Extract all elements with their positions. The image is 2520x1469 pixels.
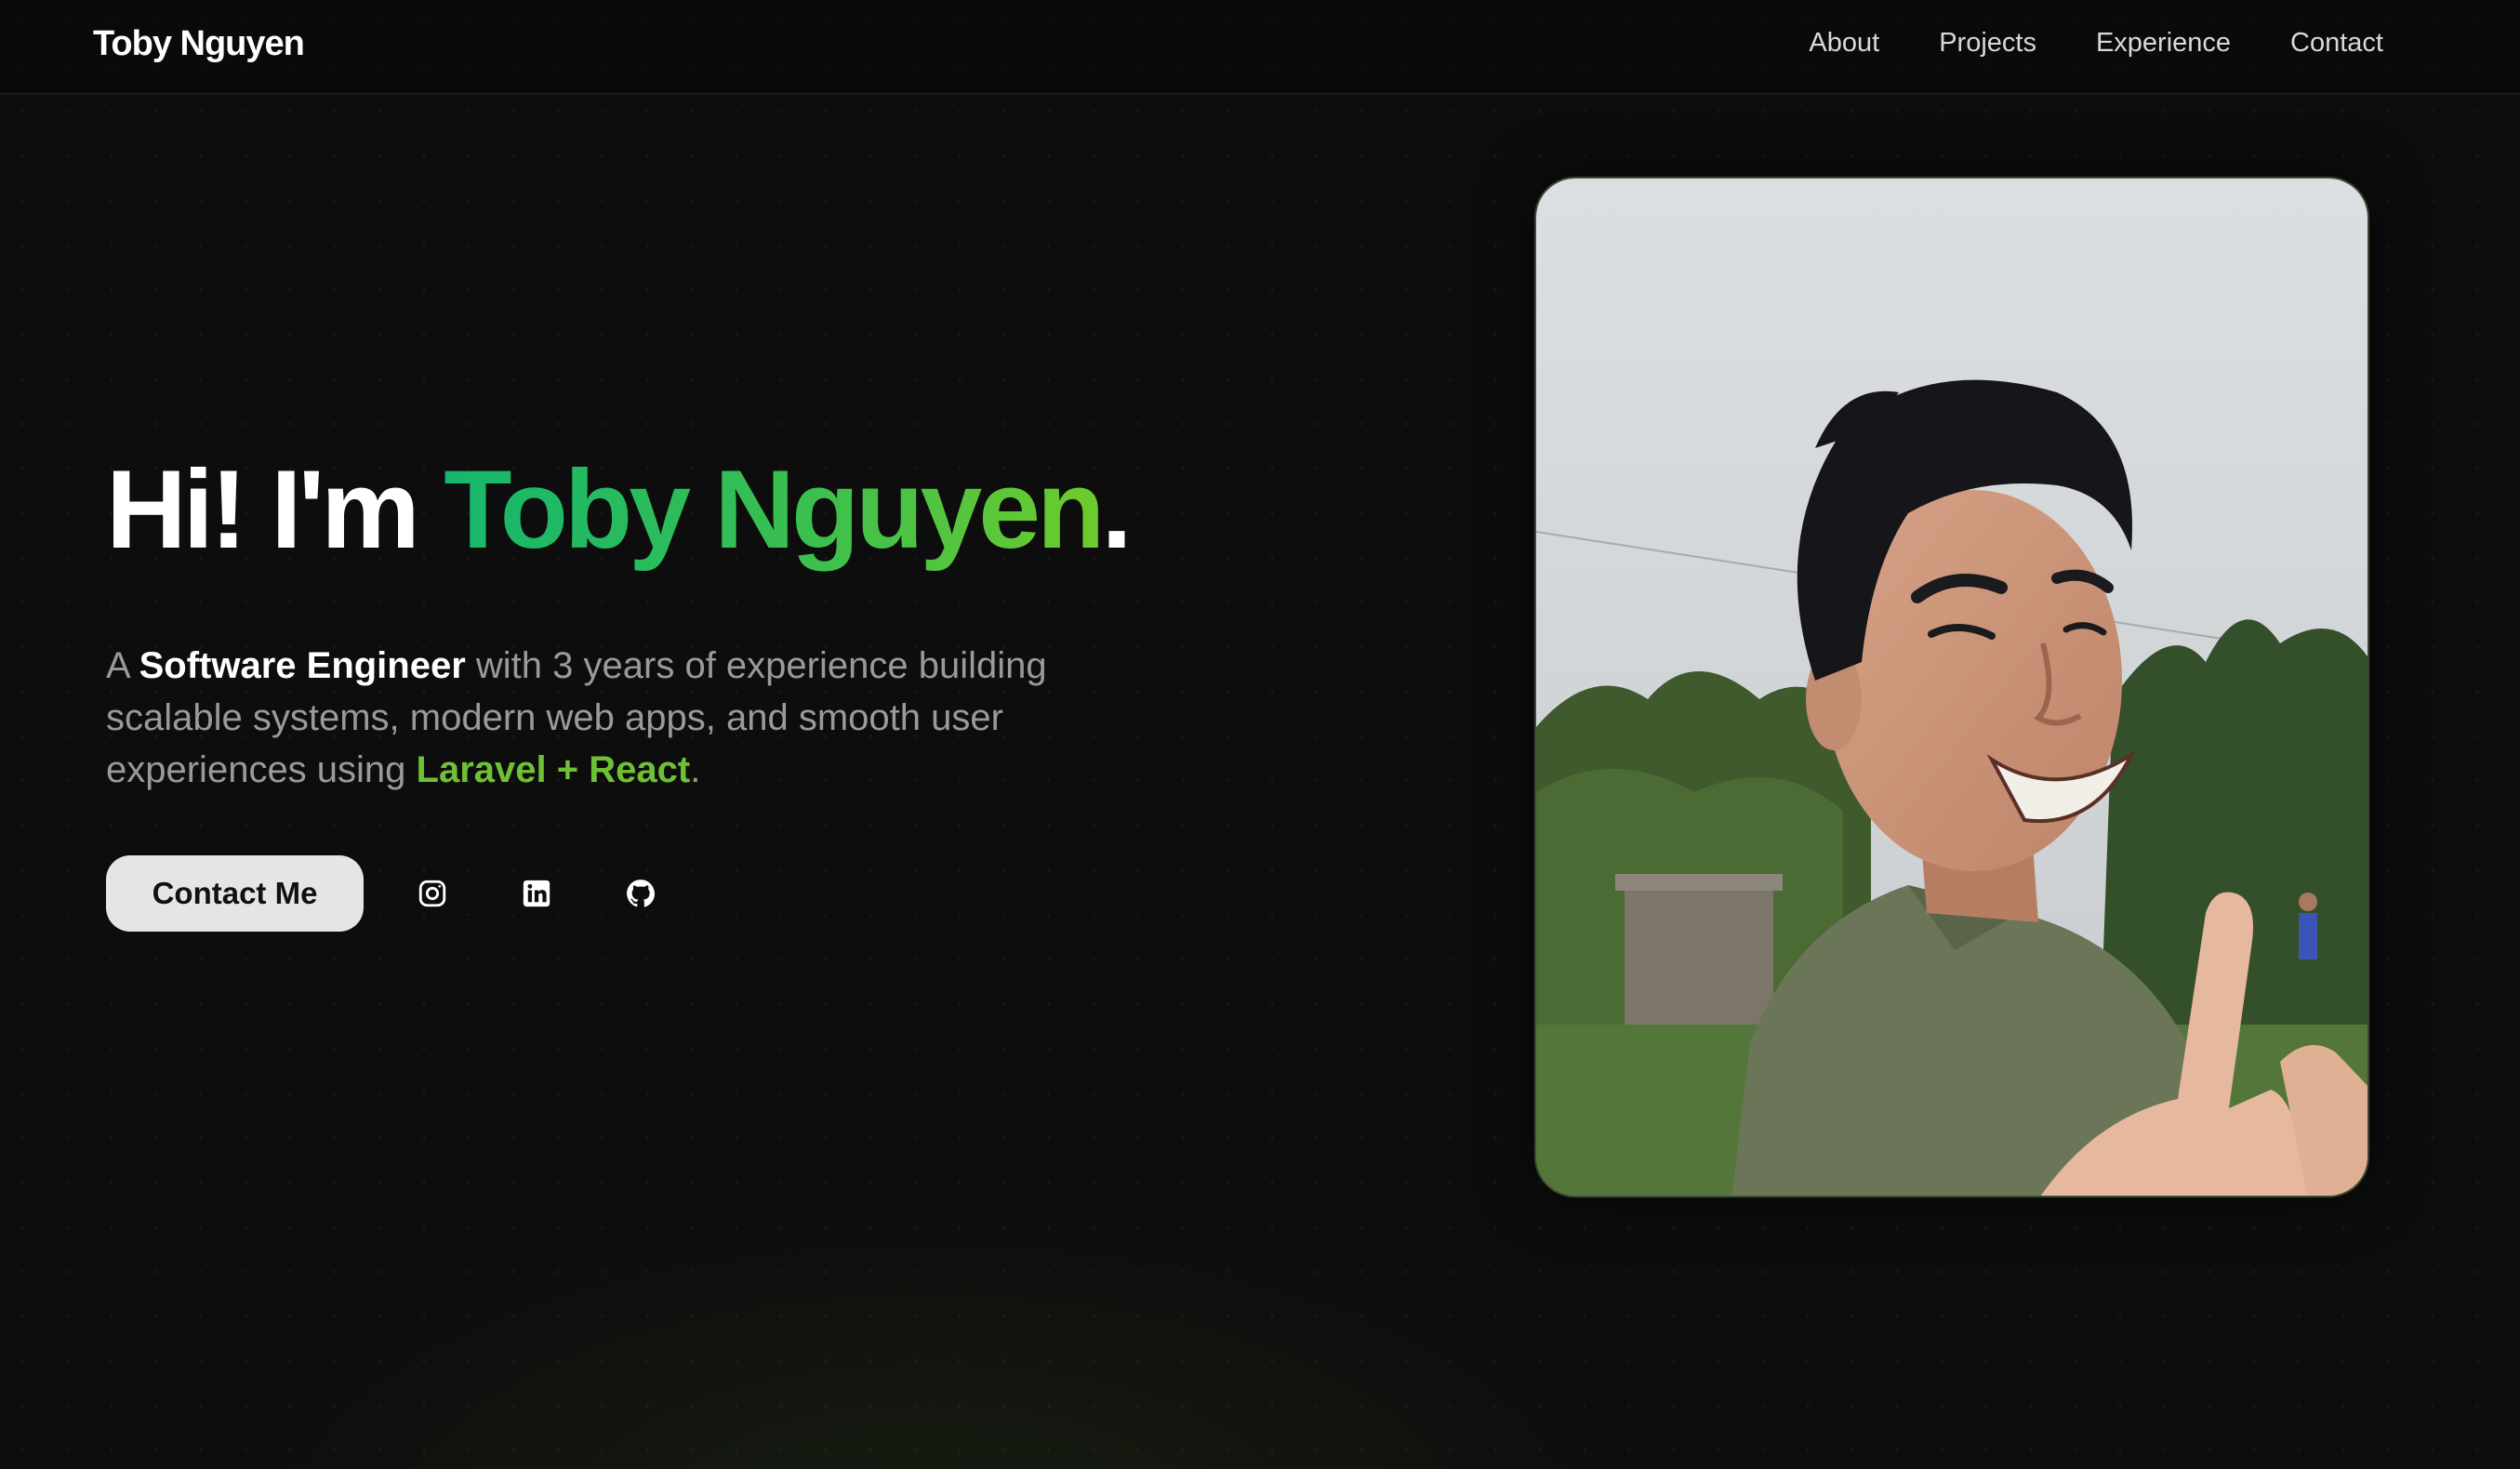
- nav-link-experience[interactable]: Experience: [2096, 28, 2231, 59]
- hero-greeting: Hi! I'm: [106, 447, 444, 572]
- hero-title: Hi! I'm Toby Nguyen.: [106, 444, 1133, 575]
- linkedin-link[interactable]: [514, 871, 559, 916]
- hero-period: .: [1101, 447, 1132, 572]
- brand-logo[interactable]: Toby Nguyen: [93, 24, 305, 64]
- instagram-link[interactable]: [410, 871, 455, 916]
- nav-links: About Projects Experience Contact: [1749, 28, 2383, 59]
- top-nav: Toby Nguyen About Projects Experience Co…: [0, 0, 2520, 95]
- hero-actions: Contact Me: [106, 855, 663, 932]
- hero-subtitle: A Software Engineer with 3 years of expe…: [106, 640, 1175, 796]
- contact-me-button[interactable]: Contact Me: [106, 855, 364, 932]
- profile-photo-illustration: [1536, 179, 2367, 1196]
- subtitle-stack: Laravel + React: [416, 749, 691, 790]
- profile-photo: [1534, 177, 2369, 1198]
- portfolio-page: Toby Nguyen About Projects Experience Co…: [0, 0, 2520, 1469]
- nav-link-projects[interactable]: Projects: [1939, 28, 2036, 59]
- github-link[interactable]: [618, 871, 663, 916]
- instagram-icon: [418, 880, 446, 907]
- nav-link-contact[interactable]: Contact: [2290, 28, 2383, 59]
- subtitle-prefix: A: [106, 645, 139, 686]
- github-icon: [627, 880, 656, 907]
- hero-name: Toby Nguyen: [444, 447, 1105, 572]
- nav-link-about[interactable]: About: [1809, 28, 1879, 59]
- linkedin-icon: [523, 880, 550, 907]
- subtitle-end: .: [690, 749, 701, 790]
- subtitle-role: Software Engineer: [139, 645, 466, 686]
